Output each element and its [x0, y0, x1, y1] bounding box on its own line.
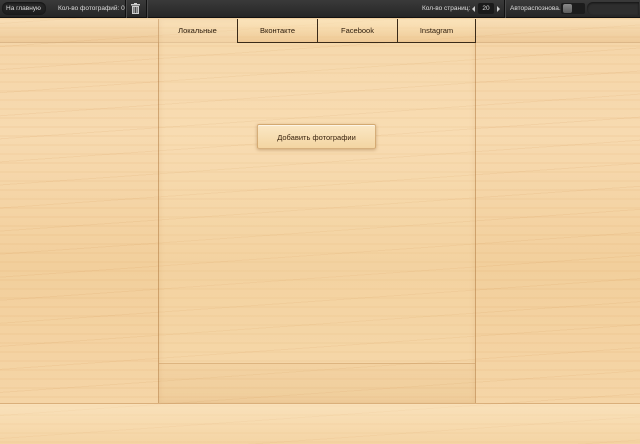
search-input[interactable] — [587, 2, 639, 15]
toolbar-divider — [504, 0, 505, 18]
panel-bottom-band — [159, 363, 475, 403]
home-button[interactable]: На главную — [2, 2, 46, 15]
top-toolbar: На главную Кол-во фотографий: 0 Кол-во с… — [0, 0, 640, 18]
autoslide-label: Автораспознова. — [510, 5, 561, 12]
tab-vkontakte[interactable]: Вконтакте — [238, 19, 318, 43]
toolbar-divider — [125, 0, 126, 18]
pages-count-label: Кол-во страниц: — [422, 5, 471, 12]
toolbar-divider — [146, 0, 147, 18]
trash-icon[interactable] — [131, 3, 140, 14]
tab-local[interactable]: Локальные — [158, 19, 238, 43]
bottom-shelf — [0, 403, 640, 444]
source-tabs: Локальные Вконтакте Facebook Instagram — [158, 19, 476, 43]
arrow-left-icon[interactable] — [472, 6, 475, 12]
arrow-right-icon[interactable] — [497, 6, 500, 12]
tab-facebook[interactable]: Facebook — [318, 19, 398, 43]
autoslide-toggle[interactable] — [561, 3, 585, 14]
content-panel — [158, 19, 476, 403]
toggle-knob[interactable] — [563, 4, 572, 13]
add-photos-button[interactable]: Добавить фотографии — [257, 124, 376, 149]
photo-count: Кол-во фотографий: 0 — [58, 5, 125, 12]
pages-count-value[interactable]: 20 — [478, 3, 494, 14]
tab-instagram[interactable]: Instagram — [398, 19, 476, 43]
